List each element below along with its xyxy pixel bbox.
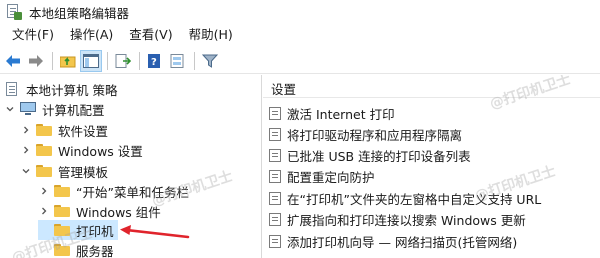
setting-item[interactable]: 扩展指向和打印连接以搜索 Windows 更新 <box>269 209 526 229</box>
policy-setting-icon <box>269 234 281 248</box>
watermark: @打印机卫士 <box>487 75 573 113</box>
toolbar: ? <box>0 48 600 74</box>
annotation-arrow-icon <box>120 225 190 239</box>
column-header-settings[interactable]: 设置 <box>271 79 296 98</box>
group-policy-editor-icon <box>6 4 22 20</box>
show-tree-icon[interactable] <box>80 49 102 72</box>
toolbar-separator <box>107 51 108 70</box>
menu-view[interactable]: 查看(V) <box>121 24 180 46</box>
title-bar: 本地组策略编辑器 <box>0 0 600 24</box>
policy-setting-icon <box>269 148 281 162</box>
setting-item[interactable]: 配置重定向防护 <box>269 166 375 186</box>
setting-item[interactable]: 添加打印机向导 — 网络扫描页(托管网络) <box>269 231 517 251</box>
policy-setting-icon <box>269 191 281 205</box>
policy-setting-icon <box>269 169 281 183</box>
folder-up-icon[interactable] <box>57 50 79 72</box>
policy-setting-icon <box>269 106 281 120</box>
toolbar-separator <box>194 51 195 70</box>
setting-item[interactable]: 激活 Internet 打印 <box>269 103 395 123</box>
filter-icon[interactable] <box>199 50 221 72</box>
export-list-icon[interactable] <box>112 50 134 72</box>
toolbar-separator <box>139 51 140 70</box>
console-tree: 本地计算机 策略 计算机配置 软件设置 Windows 设置 管理模板 “开始”… <box>0 75 262 258</box>
header-divider <box>263 97 600 98</box>
menu-action[interactable]: 操作(A) <box>62 24 121 46</box>
window-title: 本地组策略编辑器 <box>29 5 130 21</box>
setting-item[interactable]: 已批准 USB 连接的打印设备列表 <box>269 145 471 165</box>
help-icon[interactable]: ? <box>144 50 166 72</box>
svg-text:?: ? <box>151 57 157 68</box>
settings-list-pane: 设置 激活 Internet 打印 将打印驱动程序和应用程序隔离 已批准 USB… <box>263 75 600 258</box>
properties-icon[interactable] <box>167 50 189 72</box>
toolbar-separator <box>52 51 53 70</box>
menu-help[interactable]: 帮助(H) <box>181 24 241 46</box>
forward-arrow-icon[interactable] <box>25 50 47 72</box>
menu-bar: 文件(F) 操作(A) 查看(V) 帮助(H) <box>0 24 600 46</box>
setting-item[interactable]: 将打印驱动程序和应用程序隔离 <box>269 124 462 144</box>
policy-setting-icon <box>269 212 281 226</box>
policy-setting-icon <box>269 127 281 141</box>
setting-item[interactable]: 在“打印机”文件夹的左窗格中自定义支持 URL <box>269 188 541 208</box>
menu-file[interactable]: 文件(F) <box>4 24 62 46</box>
back-arrow-icon[interactable] <box>2 50 24 72</box>
